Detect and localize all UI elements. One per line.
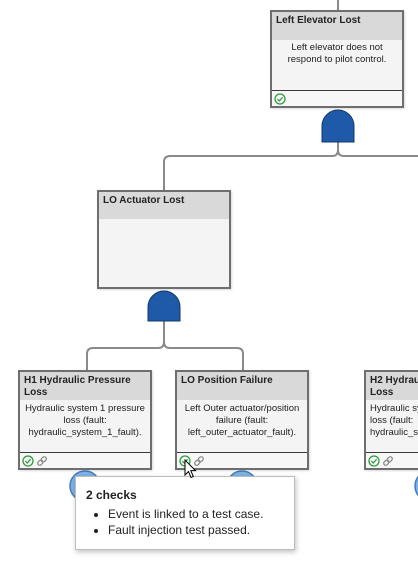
node-title: Left Elevator Lost — [272, 12, 402, 40]
node-left-elevator-lost[interactable]: Left Elevator Lost Left elevator does no… — [270, 10, 404, 108]
node-description: Hydraulic system 2 pressure loss (fault:… — [370, 403, 418, 438]
mouse-cursor-icon — [184, 459, 197, 479]
tooltip-check-item: Fault injection test passed. — [108, 522, 263, 538]
connector-line — [86, 320, 165, 370]
node-title: LO Position Failure — [177, 372, 307, 400]
connector-line — [163, 320, 244, 370]
node-description — [99, 219, 229, 222]
and-gate-icon[interactable] — [321, 109, 355, 143]
tooltip-check-list: Event is linked to a test case. Fault in… — [76, 506, 263, 538]
and-gate-icon[interactable] — [147, 290, 181, 322]
node-title: H1 Hydraulic Pressure Loss — [20, 372, 150, 400]
node-description: Hydraulic system 1 pressure loss (fault:… — [25, 403, 145, 438]
connector-line — [163, 140, 339, 190]
node-h2-hydraulic-pressure-loss[interactable]: H2 Hydraulic Pressure Loss Hydraulic sys… — [364, 370, 418, 470]
node-lo-actuator-lost[interactable]: LO Actuator Lost — [97, 190, 231, 289]
node-footer — [366, 452, 418, 468]
node-footer — [20, 452, 150, 468]
tooltip-check-item: Event is linked to a test case. — [108, 506, 263, 522]
check-circle-icon[interactable] — [22, 454, 34, 467]
node-title: H2 Hydraulic Pressure Loss — [366, 372, 418, 400]
node-h1-hydraulic-pressure-loss[interactable]: H1 Hydraulic Pressure Loss Hydraulic sys… — [18, 370, 152, 470]
check-circle-icon[interactable] — [368, 454, 380, 467]
node-description: Left elevator does not respond to pilot … — [287, 42, 387, 65]
tooltip-title: 2 checks — [86, 488, 137, 502]
node-footer — [272, 90, 402, 106]
link-icon[interactable] — [382, 455, 394, 467]
node-lo-position-failure[interactable]: LO Position Failure Left Outer actuator/… — [175, 370, 309, 470]
check-circle-icon[interactable] — [274, 92, 286, 105]
node-description: Left Outer actuator/position failure (fa… — [184, 403, 300, 438]
checks-tooltip: 2 checks Event is linked to a test case.… — [75, 476, 295, 550]
node-title: LO Actuator Lost — [99, 192, 229, 219]
link-icon[interactable] — [36, 455, 48, 467]
node-clip-h2: H2 Hydraulic Pressure Loss Hydraulic sys… — [364, 370, 418, 472]
